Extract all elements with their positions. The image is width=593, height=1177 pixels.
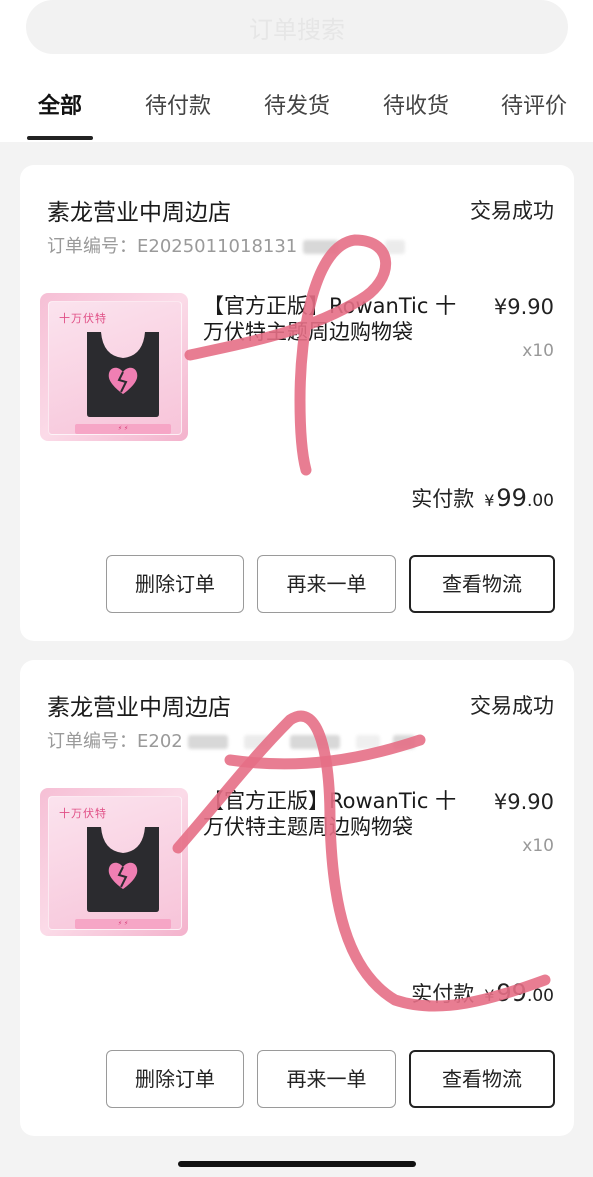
shop-name[interactable]: 素龙营业中周边店 (47, 688, 231, 722)
order-status: 交易成功 (470, 199, 554, 223)
paid-label: 实付款 (411, 487, 475, 511)
product-price: ¥9.90 (493, 295, 554, 319)
order-number: 订单编号：E202 (47, 727, 416, 753)
search-bar[interactable]: 订单搜索 (26, 0, 568, 54)
product-price: ¥9.90 (493, 790, 554, 814)
order-tabs: 全部 待付款 待发货 待收货 待评价 (0, 78, 593, 138)
top-bar: 订单搜索 全部 待付款 待发货 待收货 待评价 (0, 0, 593, 142)
redacted-block (384, 240, 405, 254)
redacted-block (303, 240, 339, 254)
order-card[interactable]: 素龙营业中周边店 交易成功 订单编号：E2025011018131 十万伏特 ⚡… (20, 165, 574, 641)
redacted-block (355, 735, 380, 749)
product-title[interactable]: 【官方正版】RowanTic 十万伏特主题周边购物袋 (203, 788, 473, 840)
tab-all[interactable]: 全部 (38, 88, 82, 120)
tote-bag-icon (87, 332, 159, 417)
view-logistics-button[interactable]: 查看物流 (409, 1050, 555, 1108)
paid-decimal: .00 (526, 986, 554, 1006)
rebuy-button[interactable]: 再来一单 (257, 555, 396, 613)
product-quantity: x10 (522, 341, 554, 361)
redacted-block (244, 735, 271, 749)
paid-label: 实付款 (411, 982, 475, 1006)
home-indicator[interactable] (178, 1161, 416, 1167)
tote-bag-icon (87, 827, 159, 912)
product-quantity: x10 (522, 836, 554, 856)
redacted-block (289, 735, 340, 749)
paid-amount: 实付款 ¥99.00 (411, 978, 554, 1008)
tab-pending-payment[interactable]: 待付款 (145, 88, 211, 120)
tab-pending-review[interactable]: 待评价 (501, 88, 567, 120)
paid-currency: ¥ (484, 986, 495, 1005)
order-number-label: 订单编号： (47, 236, 137, 257)
order-number-label: 订单编号： (47, 731, 137, 752)
order-number: 订单编号：E2025011018131 (47, 232, 405, 258)
order-number-value: E2025011018131 (137, 236, 298, 257)
product-image[interactable]: 十万伏特 ⚡ ⚡ (40, 293, 188, 441)
product-title[interactable]: 【官方正版】RowanTic 十万伏特主题周边购物袋 (203, 293, 473, 345)
paid-integer: 99 (496, 979, 527, 1007)
rebuy-button[interactable]: 再来一单 (257, 1050, 396, 1108)
view-logistics-button[interactable]: 查看物流 (409, 555, 555, 613)
tab-pending-receipt[interactable]: 待收货 (383, 88, 449, 120)
order-status: 交易成功 (470, 694, 554, 718)
redacted-block (188, 735, 229, 749)
shop-name[interactable]: 素龙营业中周边店 (47, 193, 231, 227)
tab-pending-shipment[interactable]: 待发货 (264, 88, 330, 120)
redacted-block (393, 735, 416, 749)
paid-amount: 实付款 ¥99.00 (411, 483, 554, 513)
search-placeholder: 订单搜索 (249, 15, 345, 44)
order-number-value: E202 (137, 731, 183, 752)
paid-decimal: .00 (526, 491, 554, 511)
product-image[interactable]: 十万伏特 ⚡ ⚡ (40, 788, 188, 936)
product-image-strip: ⚡ ⚡ (75, 424, 171, 434)
active-tab-indicator (27, 136, 93, 140)
delete-order-button[interactable]: 删除订单 (106, 555, 244, 613)
paid-currency: ¥ (484, 491, 495, 510)
paid-integer: 99 (496, 484, 527, 512)
product-image-strip: ⚡ ⚡ (75, 919, 171, 929)
delete-order-button[interactable]: 删除订单 (106, 1050, 244, 1108)
order-card[interactable]: 素龙营业中周边店 交易成功 订单编号：E202 十万伏特 ⚡ ⚡ 【官方正版】R… (20, 660, 574, 1136)
